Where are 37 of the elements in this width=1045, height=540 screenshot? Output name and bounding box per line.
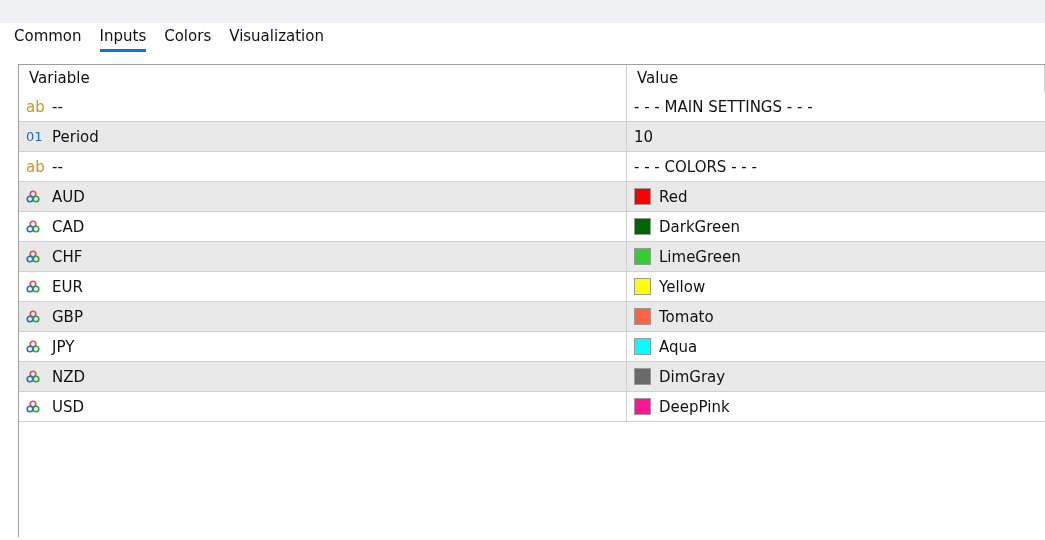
- variable-name: --: [52, 157, 63, 176]
- variable-name: NZD: [52, 367, 86, 386]
- tab[interactable]: Common: [14, 27, 82, 52]
- color-circles-icon: [26, 370, 40, 383]
- string-type-icon: ab: [26, 157, 44, 176]
- variable-value[interactable]: Yellow: [659, 277, 706, 296]
- variable-value[interactable]: - - - MAIN SETTINGS - - -: [634, 97, 813, 116]
- color-circles-icon: [26, 220, 40, 233]
- variable-value[interactable]: 10: [634, 127, 654, 146]
- variable-value[interactable]: - - - COLORS - - -: [634, 157, 757, 176]
- variable-name: USD: [52, 397, 85, 416]
- tab[interactable]: Inputs: [99, 27, 147, 52]
- variable-name: --: [52, 97, 63, 116]
- variable-name: AUD: [52, 187, 85, 206]
- string-type-icon: ab: [26, 97, 44, 116]
- color-circles-icon: [26, 280, 40, 293]
- variable-value[interactable]: Red: [659, 187, 688, 206]
- color-circles-icon: [26, 340, 40, 353]
- tab[interactable]: Visualization: [229, 27, 324, 52]
- variable-name: JPY: [52, 337, 75, 356]
- color-circles-icon: [26, 250, 40, 263]
- tab[interactable]: Colors: [164, 27, 212, 52]
- color-circles-icon: [26, 310, 40, 323]
- variable-name: CHF: [52, 247, 83, 266]
- variable-value[interactable]: Aqua: [659, 337, 698, 356]
- variable-value[interactable]: DimGray: [659, 367, 726, 386]
- variable-value[interactable]: DarkGreen: [659, 217, 741, 236]
- variable-name: GBP: [52, 307, 83, 326]
- color-circles-icon: [26, 400, 40, 413]
- variable-value[interactable]: LimeGreen: [659, 247, 741, 266]
- variable-name: CAD: [52, 217, 85, 236]
- variable-name: EUR: [52, 277, 83, 296]
- variable-value[interactable]: Tomato: [659, 307, 714, 326]
- variable-name: Period: [52, 127, 99, 146]
- integer-type-icon: 01: [26, 129, 44, 144]
- variable-value[interactable]: DeepPink: [659, 397, 730, 416]
- color-circles-icon: [26, 190, 40, 203]
